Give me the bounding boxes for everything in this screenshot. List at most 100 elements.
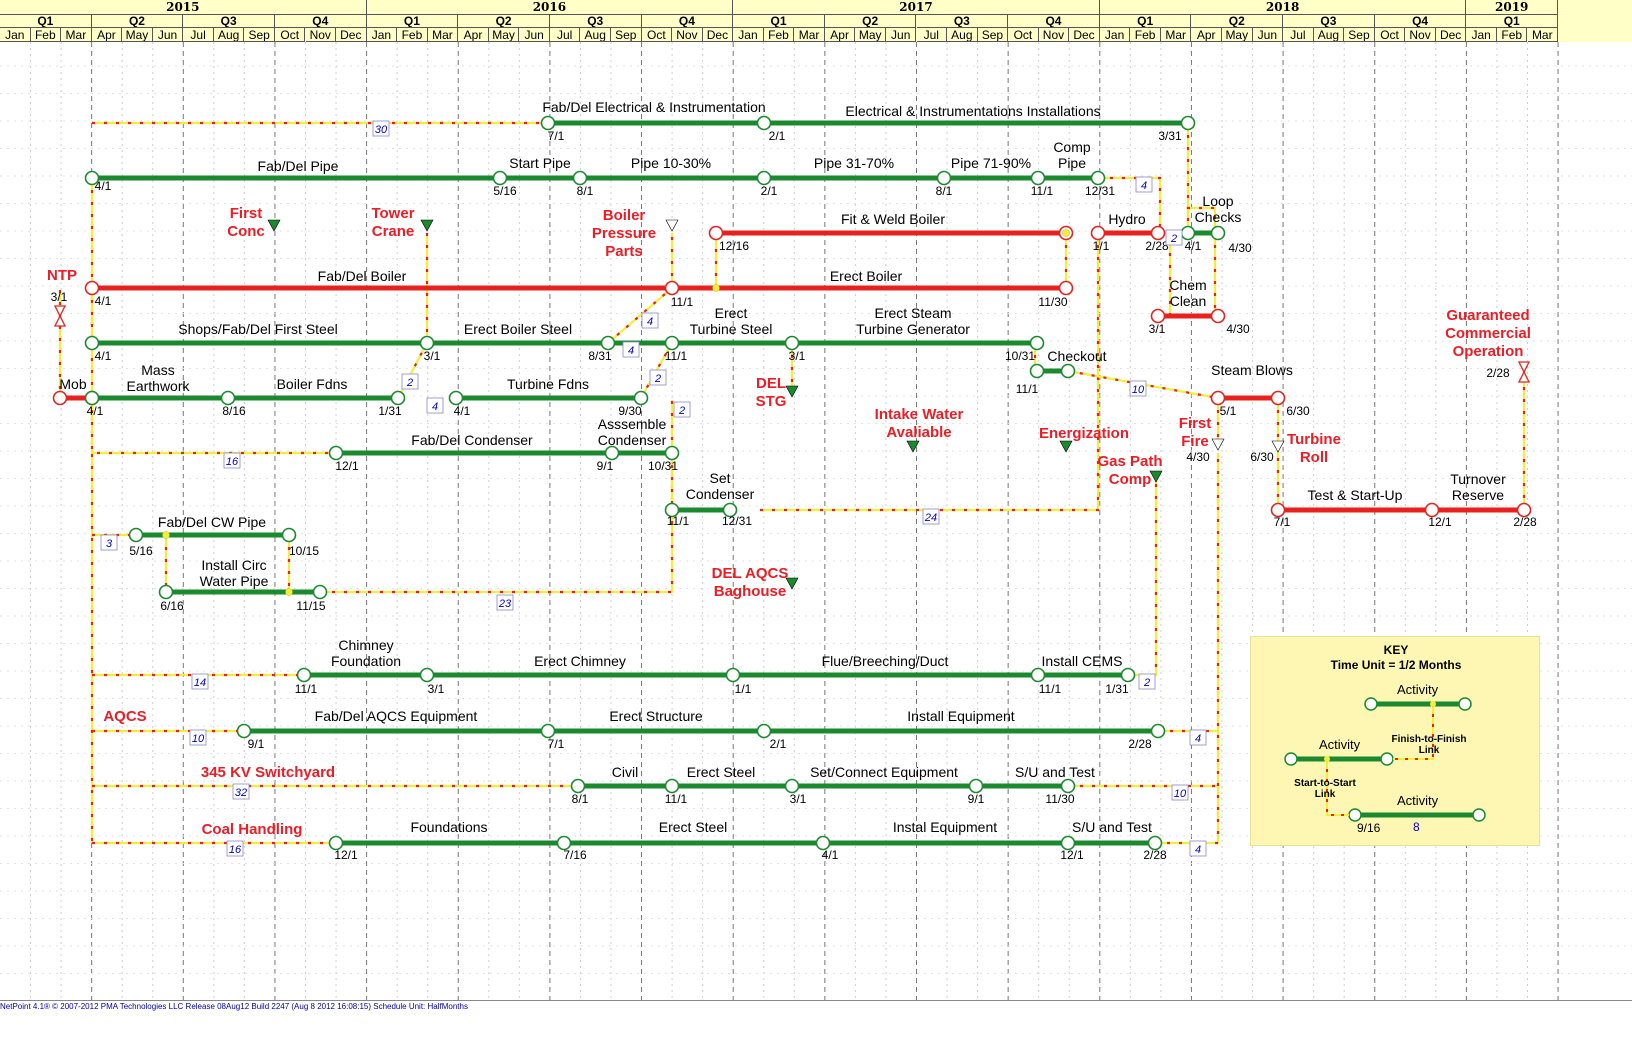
event-node xyxy=(1210,225,1226,241)
activity-label: Erect Steel xyxy=(659,819,727,835)
date-label: 3/1 xyxy=(51,290,68,304)
date-label: 11/30 xyxy=(1038,295,1067,309)
event-node xyxy=(1060,363,1076,379)
event-node xyxy=(128,527,144,543)
date-label: 6/16 xyxy=(160,599,184,613)
network-diagram: Fab/Del Electrical & Instrumentation Elec… xyxy=(0,42,1632,1000)
date-label: 2/28 xyxy=(1486,366,1510,380)
milestone-label: Guaranteed Commercial Operation xyxy=(1445,307,1531,360)
event-node xyxy=(312,584,328,600)
activity-label: Mass Earthwork xyxy=(126,362,190,394)
lag-label: 4 xyxy=(1195,733,1201,745)
milestone-marker xyxy=(420,219,434,232)
date-label: 11/1 xyxy=(671,295,694,309)
key-node xyxy=(1364,697,1378,711)
activity-label: Electrical & Instrumentations Installati… xyxy=(845,103,1100,119)
event-node xyxy=(756,723,772,739)
activity-label: Erect Steam Turbine Generator xyxy=(856,305,970,337)
lag-label: 4 xyxy=(647,316,653,328)
date-label: 2/28 xyxy=(1143,848,1167,862)
activity-label: Fab/Del CW Pipe xyxy=(158,514,266,530)
date-label: 3/1 xyxy=(424,349,441,363)
activity-label: Asssemble Condenser xyxy=(598,416,667,448)
event-node xyxy=(756,115,772,131)
date-label: 9/1 xyxy=(968,792,985,806)
activity-label: Civil xyxy=(612,764,638,780)
date-label: 9/1 xyxy=(597,459,614,473)
activity-label: Erect Boiler xyxy=(830,268,903,284)
lag-label: 16 xyxy=(229,844,242,856)
milestone-label: DEL AQCS Baghouse xyxy=(712,565,789,600)
key-node xyxy=(1348,808,1362,822)
date-label: 12/1 xyxy=(1428,515,1452,529)
event-node xyxy=(220,390,236,406)
event-node xyxy=(390,390,406,406)
lag-label: 24 xyxy=(924,512,937,524)
date-label: 5/16 xyxy=(129,544,153,558)
milestone-marker xyxy=(785,385,799,398)
date-label: 1/1 xyxy=(1093,239,1110,253)
date-label: 12/16 xyxy=(719,239,749,253)
date-label: 2/1 xyxy=(761,184,778,198)
date-label: 4/1 xyxy=(454,404,471,418)
activity-label: S/U and Test xyxy=(1072,819,1152,835)
activity-label: Turbine Fdns xyxy=(507,376,589,392)
key-activity-2: Activity xyxy=(1319,737,1361,752)
event-node xyxy=(1058,280,1074,296)
event-node xyxy=(936,170,952,186)
lag-label: 2 xyxy=(1170,233,1177,245)
date-label: 4/30 xyxy=(1228,241,1252,255)
event-node xyxy=(84,280,100,296)
event-node xyxy=(1180,115,1196,131)
date-label: 11/15 xyxy=(296,599,325,613)
milestone-label: Tower Crane xyxy=(371,205,414,240)
milestone-label: Boiler Pressure Parts xyxy=(592,207,656,260)
event-node xyxy=(1030,170,1046,186)
milestone-label: Turbine Roll xyxy=(1287,431,1341,466)
date-label: 8/1 xyxy=(936,184,953,198)
activity-label: Loop Checks xyxy=(1195,193,1242,225)
date-label: 3/1 xyxy=(1149,322,1166,336)
milestone-marker xyxy=(665,219,679,232)
date-label: 2/28 xyxy=(1128,737,1152,751)
event-node xyxy=(1180,225,1196,241)
event-node xyxy=(236,723,252,739)
date-label: 4/1 xyxy=(1185,239,1202,253)
milestone-label: NTP xyxy=(47,267,77,284)
activity-label: Fab/Del Boiler xyxy=(318,268,407,284)
date-label: 9/1 xyxy=(248,737,265,751)
activity-label: Boiler Fdns xyxy=(277,376,348,392)
event-node xyxy=(1270,390,1286,406)
date-label: 8/1 xyxy=(577,184,594,198)
activity-label: Instal Equipment xyxy=(893,819,997,835)
activity-label: Fit & Weld Boiler xyxy=(841,211,945,227)
lag-label: 4 xyxy=(1195,844,1201,856)
date-label: 3/31 xyxy=(1158,129,1182,143)
date-label: 12/1 xyxy=(334,848,358,862)
date-label: 5/1 xyxy=(1220,404,1237,418)
lag-label: 3 xyxy=(106,538,113,550)
date-label: 4/1 xyxy=(822,848,839,862)
lag-label: 2 xyxy=(654,373,661,385)
date-label: 11/30 xyxy=(1045,792,1074,806)
date-label: 10/31 xyxy=(648,459,678,473)
event-node xyxy=(448,390,464,406)
event-node xyxy=(633,390,649,406)
logic-link xyxy=(397,342,428,399)
lag-label: 23 xyxy=(498,598,512,610)
date-label: 9/30 xyxy=(618,404,642,418)
milestone-marker xyxy=(1059,440,1073,453)
date-label: 11/1 xyxy=(665,792,688,806)
milestone-label: Coal Handling xyxy=(202,821,303,838)
date-label: 4/1 xyxy=(95,294,112,308)
event-node xyxy=(1120,667,1136,683)
date-label: 2/1 xyxy=(770,737,787,751)
date-label: 2/28 xyxy=(1513,515,1537,529)
event-node xyxy=(604,445,620,461)
event-node xyxy=(725,667,741,683)
logic-link xyxy=(1155,453,1220,845)
activity-label: Comp Pipe xyxy=(1053,139,1091,171)
event-node xyxy=(1210,308,1226,324)
date-label: 3/1 xyxy=(428,682,445,696)
milestone-label: Gas Path Comp xyxy=(1097,453,1162,488)
